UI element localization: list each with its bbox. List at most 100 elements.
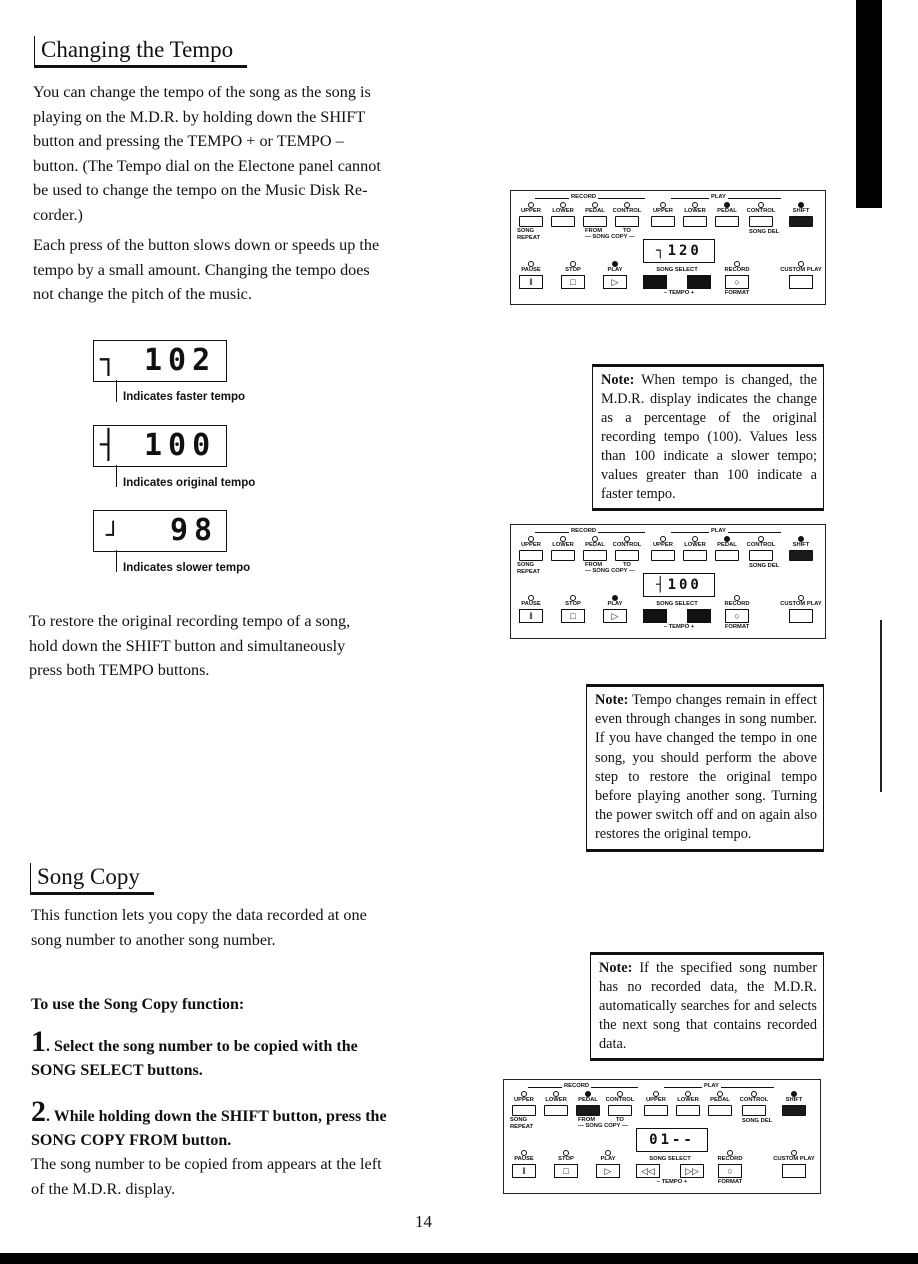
play-button[interactable]: ▷ [603, 275, 627, 289]
button-label: PAUSE [514, 1156, 534, 1162]
text-line: The song number to be copied from appear… [31, 1155, 382, 1173]
button-label: LOWER [552, 542, 574, 548]
panel-button-upper[interactable] [519, 216, 543, 227]
panel-button-lower[interactable] [683, 550, 707, 561]
song-select-label: SONG SELECT [649, 1156, 691, 1162]
button-label: PAUSE [521, 267, 541, 273]
panel-button-control[interactable] [615, 550, 639, 561]
button-label: CONTROL [746, 542, 776, 548]
tempo-minus-song-select-down-button[interactable]: ◁◁ [636, 1164, 660, 1178]
mdr-panel-diagram-tempo-120: RECORD PLAY UPPER LOWER PEDAL CONTROL UPPER LOW… [510, 190, 826, 305]
panel-button-pedal[interactable] [576, 1105, 600, 1116]
tempo-minus-song-select-down-button[interactable] [643, 609, 667, 623]
panel-button-control[interactable] [749, 216, 773, 227]
tempo-paragraph-1: You can change the tempo of the song as … [33, 80, 433, 227]
panel-button-control[interactable] [615, 216, 639, 227]
button-label: CONTROL [605, 1097, 635, 1103]
panel-button-upper[interactable] [644, 1105, 668, 1116]
lcd-display: ┘ 98 [93, 510, 227, 552]
button-label: SHIFT [792, 542, 810, 548]
format-label: FORMAT [717, 1179, 743, 1185]
panel-button-control[interactable] [742, 1105, 766, 1116]
button-label: CONTROL [746, 208, 776, 214]
panel-button-pedal[interactable] [583, 216, 607, 227]
panel-button-lower[interactable] [676, 1105, 700, 1116]
button-label: PLAY [607, 601, 623, 607]
song-copy-label: — SONG COPY — [578, 1123, 628, 1129]
record-format-button[interactable]: ○ [725, 275, 749, 289]
panel-button-pedal[interactable] [708, 1105, 732, 1116]
lcd-display: ┤ 100 [93, 425, 227, 467]
panel-button-pedal[interactable] [715, 216, 739, 227]
mdr-lcd-display: ┤100 [643, 573, 715, 597]
pause-button[interactable]: ‖ [519, 275, 543, 289]
record-format-button[interactable]: ○ [725, 609, 749, 623]
tempo-plus-song-select-up-button[interactable] [687, 275, 711, 289]
custom-play-label: CUSTOM PLAY [780, 267, 822, 273]
button-label: CONTROL [739, 1097, 769, 1103]
stop-button[interactable]: □ [561, 609, 585, 623]
display-caption: Indicates slower tempo [123, 562, 251, 574]
note-text: When tempo is changed, the M.D.R. displa… [601, 372, 817, 502]
panel-button-control[interactable] [608, 1105, 632, 1116]
tempo-label: – TEMPO + [663, 624, 695, 630]
custom-play-label: CUSTOM PLAY [773, 1156, 815, 1162]
mdr-panel-diagram-tempo-100: RECORD PLAY UPPER LOWER PEDAL CONTROL UPPER LOW… [510, 524, 826, 639]
note-label: Note: [599, 960, 633, 976]
play-button[interactable]: ▷ [603, 609, 627, 623]
button-label: UPPER [514, 1097, 534, 1103]
text-line: button. (The Tempo dial on the Electone … [33, 156, 381, 175]
note-box-tempo-display: Note: When tempo is changed, the M.D.R. … [592, 364, 824, 511]
panel-button-upper[interactable] [651, 550, 675, 561]
button-label: UPPER [646, 1097, 666, 1103]
text-line: tempo by a small amount. Changing the te… [33, 260, 370, 279]
panel-button-pedal[interactable] [583, 550, 607, 561]
button-label: LOWER [684, 542, 706, 548]
tempo-plus-song-select-up-button[interactable] [687, 609, 711, 623]
panel-button-lower[interactable] [551, 216, 575, 227]
pointer-line [116, 380, 117, 402]
tempo-minus-song-select-down-button[interactable] [643, 275, 667, 289]
panel-button-control[interactable] [749, 550, 773, 561]
custom-play-label: CUSTOM PLAY [780, 601, 822, 607]
button-label: PEDAL [717, 542, 737, 548]
button-label: UPPER [653, 208, 673, 214]
panel-button-shift[interactable] [789, 216, 813, 227]
custom-play-button[interactable] [789, 275, 813, 289]
record-group-label: RECORD [569, 194, 599, 201]
panel-button-upper[interactable] [512, 1105, 536, 1116]
panel-button-pedal[interactable] [715, 550, 739, 561]
song-del-label: SONG DEL [742, 1118, 773, 1124]
panel-button-upper[interactable] [651, 216, 675, 227]
tempo-indicator-icon: ┤ [100, 428, 123, 461]
song-copy-label: — SONG COPY — [585, 234, 635, 240]
play-button[interactable]: ▷ [596, 1164, 620, 1178]
tempo-label: – TEMPO + [663, 290, 695, 296]
button-label: STOP [565, 601, 581, 607]
panel-button-lower[interactable] [551, 550, 575, 561]
text-line: This function lets you copy the data rec… [31, 906, 367, 924]
stop-button[interactable]: □ [561, 275, 585, 289]
custom-play-button[interactable] [782, 1164, 806, 1178]
panel-button-shift[interactable] [782, 1105, 806, 1116]
panel-button-lower[interactable] [683, 216, 707, 227]
step-number: 2 [31, 1095, 46, 1128]
step-text: Select the song number to be copied with… [54, 1038, 358, 1055]
restore-tempo-paragraph: To restore the original recording tempo … [29, 609, 429, 683]
stop-button[interactable]: □ [554, 1164, 578, 1178]
custom-play-button[interactable] [789, 609, 813, 623]
song-copy-label: — SONG COPY — [585, 568, 635, 574]
panel-button-shift[interactable] [789, 550, 813, 561]
pause-button[interactable]: ‖ [519, 609, 543, 623]
text-line: playing on the M.D.R. by holding down th… [33, 107, 366, 126]
tempo-indicator-icon: ┘ [106, 521, 127, 549]
text-line: hold down the SHIFT button and simultane… [29, 636, 346, 655]
pause-button[interactable]: ‖ [512, 1164, 536, 1178]
panel-button-lower[interactable] [544, 1105, 568, 1116]
button-label: PLAY [607, 267, 623, 273]
record-group-label: RECORD [569, 528, 599, 535]
record-format-button[interactable]: ○ [718, 1164, 742, 1178]
panel-button-upper[interactable] [519, 550, 543, 561]
tempo-plus-song-select-up-button[interactable]: ▷▷ [680, 1164, 704, 1178]
mdr-panel-diagram-song-copy: RECORD PLAY UPPER LOWER PEDAL CONTROL UPPER LOW… [503, 1079, 821, 1194]
